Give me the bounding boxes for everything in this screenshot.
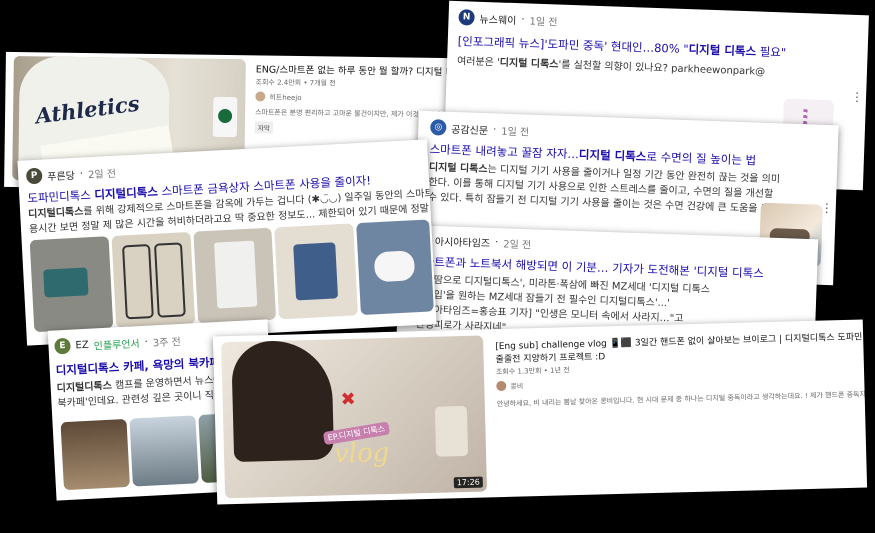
title-part: [인포그래픽 뉴스]'도파민 중독' 현대인…80% " bbox=[457, 34, 689, 57]
source-name[interactable]: 푸른당 bbox=[47, 166, 75, 182]
blog-result-card-pumundang[interactable]: P 푸른당 · 2일 전 도파민디톡스 디지털디톡스 스마트폰 금욕상자 스마트… bbox=[17, 139, 437, 346]
channel-avatar bbox=[496, 380, 507, 392]
gonggam-logo-icon: ◎ bbox=[430, 119, 447, 136]
source-name[interactable]: 뉴스웨이 bbox=[479, 10, 516, 26]
phone-box-photo[interactable] bbox=[274, 223, 359, 320]
title-part: 로 수면의 질 높이는 법 bbox=[646, 149, 757, 168]
published-time: 1일 전 bbox=[501, 126, 530, 139]
title-highlight: 디지털 디톡스 bbox=[688, 42, 757, 59]
blog-avatar-icon: E bbox=[54, 337, 71, 355]
candle-jar bbox=[434, 405, 469, 457]
kebab-menu-icon[interactable]: ⋮ bbox=[851, 90, 863, 104]
source-name[interactable]: EZ bbox=[75, 339, 89, 351]
vlog-overlay-text: vlog bbox=[333, 437, 390, 470]
image-strip bbox=[29, 219, 434, 333]
post-snippet: 디지털디톡스 캠프를 운영하면서 뉴스에 북카페'인데요. 관련성 깊은 곳이니… bbox=[56, 373, 223, 412]
title-part: 도파민디톡스 bbox=[27, 187, 95, 206]
title-part: 필요" bbox=[755, 44, 787, 60]
phone-box-photo[interactable] bbox=[29, 236, 114, 333]
article-snippet: 디지털 디톡스는 디지털 기기 사용을 줄이거나 일정 기간 동안 완전히 끊는… bbox=[428, 160, 780, 216]
video-title[interactable]: ENG/스마트폰 없는 하루 동안 뭘 할까? 디지털 디톡스 bbox=[256, 61, 451, 78]
snippet-highlight: 디지털디톡스 bbox=[56, 380, 113, 395]
youtube-result-card-vlog[interactable]: ✖ EP.디지털 디톡스 vlog 17:26 [Eng sub] challe… bbox=[212, 319, 868, 505]
title-highlight: 디지털디톡스 bbox=[94, 184, 159, 202]
video-meta: 조회수 2.4만회 • 7개월 전 bbox=[255, 78, 336, 88]
subtitle-chip: 자막 bbox=[254, 121, 273, 134]
title-part: 스마트폰 내려놓고 꿀잠 자자… bbox=[429, 142, 580, 162]
published-time: 1일 전 bbox=[529, 16, 558, 29]
video-meta: 조회수 1.3만회 • 1년 전 bbox=[495, 366, 570, 377]
snippet-part: 여러분은 ' bbox=[456, 56, 500, 69]
video-description: 안녕하세요, 비 내리는 봄날 찾아온 콩비입니다. 현 시대 문제 중 하나는… bbox=[496, 390, 868, 409]
phone-box-photo[interactable] bbox=[111, 231, 195, 328]
influencer-tag: 인플루언서 bbox=[93, 338, 140, 352]
person-hair bbox=[231, 339, 335, 463]
video-thumbnail[interactable]: ✖ EP.디지털 디톡스 vlog 17:26 bbox=[221, 335, 488, 499]
snippet-highlight: 디지털 디톡스 bbox=[428, 162, 488, 176]
blog-avatar-icon: P bbox=[25, 167, 43, 185]
video-title[interactable]: [Eng sub] challenge vlog 📱⬛ 3일간 핸드폰 없이 살… bbox=[495, 330, 862, 353]
video-duration: 17:26 bbox=[453, 476, 483, 489]
snippet-highlight: 디지털디톡스 bbox=[27, 206, 84, 221]
snippet-highlight: 디지털 디톡스 bbox=[499, 57, 559, 71]
coffee-cup bbox=[212, 96, 238, 138]
phone-box-photo[interactable] bbox=[192, 227, 277, 324]
newsway-logo-icon: N bbox=[458, 9, 475, 26]
source-name[interactable]: 아시아타임즈 bbox=[435, 232, 491, 249]
source-name[interactable]: 공감신문 bbox=[451, 120, 488, 136]
no-phone-icon: ✖ bbox=[340, 388, 356, 411]
channel-name[interactable]: 콩비 bbox=[510, 381, 523, 391]
published-time: 2일 전 bbox=[87, 168, 117, 181]
channel-name[interactable]: 히트heejo bbox=[269, 93, 301, 103]
phone-box-photo[interactable] bbox=[356, 219, 434, 316]
cafe-photo[interactable] bbox=[60, 418, 130, 491]
channel-avatar bbox=[255, 91, 266, 102]
published-time: 2일 전 bbox=[503, 238, 532, 251]
published-time: 3주 전 bbox=[152, 336, 182, 349]
cafe-photo[interactable] bbox=[129, 415, 199, 487]
snippet-part: '를 실천할 의향이 있나요? parkheewonpark@ bbox=[558, 59, 766, 78]
video-title-line2[interactable]: 줄줄전 지양하기 프로젝트 :D bbox=[495, 349, 605, 365]
title-highlight: 디지털 디톡스 bbox=[578, 147, 647, 164]
